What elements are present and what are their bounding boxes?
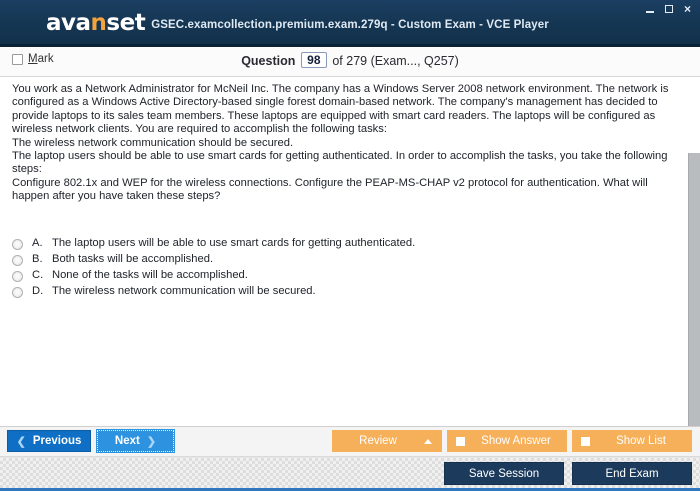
- checkbox-square-icon: [456, 436, 465, 446]
- previous-button-label: Previous: [32, 435, 82, 447]
- minimize-icon: [645, 11, 654, 13]
- window-title: GSEC.examcollection.premium.exam.279q - …: [151, 19, 549, 31]
- question-stem: You work as a Network Administrator for …: [12, 83, 674, 204]
- maximize-icon: [664, 5, 673, 13]
- option-letter-a: A.: [32, 237, 43, 249]
- review-button-label: Review: [359, 435, 397, 447]
- question-paragraph: The laptop users should be able to use s…: [12, 150, 668, 176]
- status-bar: Save Session End Exam: [0, 457, 700, 491]
- answer-option-a[interactable]: A. The laptop users will be able to use …: [12, 237, 674, 253]
- option-text-b: Both tasks will be accomplished.: [52, 253, 214, 265]
- question-paragraph: Configure 802.1x and WEP for the wireles…: [12, 176, 648, 203]
- option-letter-d: D.: [32, 285, 44, 297]
- radio-button-d[interactable]: [12, 287, 23, 298]
- close-icon: ×: [683, 2, 691, 16]
- right-gutter-strip: [688, 153, 700, 426]
- option-text-d: The wireless network communication will …: [52, 285, 316, 297]
- end-exam-button[interactable]: End Exam: [572, 462, 692, 485]
- next-button[interactable]: Next ❯: [96, 429, 175, 453]
- radio-button-c[interactable]: [12, 271, 23, 282]
- vce-player-window: avanset GSEC.examcollection.premium.exam…: [0, 0, 700, 500]
- radio-button-a[interactable]: [12, 239, 23, 250]
- question-paragraph: The wireless network communication shoul…: [12, 136, 294, 149]
- radio-button-b[interactable]: [12, 255, 23, 266]
- maximize-button[interactable]: [662, 3, 675, 15]
- question-total-text: of 279 (Exam..., Q257): [332, 54, 459, 68]
- question-number-input[interactable]: 98: [300, 52, 327, 68]
- previous-button[interactable]: ❮ Previous: [7, 430, 91, 452]
- save-session-button[interactable]: Save Session: [444, 462, 564, 485]
- option-letter-c: C.: [32, 269, 44, 281]
- chevron-left-icon: ❮: [16, 435, 26, 448]
- answer-option-b[interactable]: B. Both tasks will be accomplished.: [12, 253, 674, 269]
- show-list-button-label: Show List: [616, 435, 666, 447]
- show-list-button[interactable]: Show List: [572, 430, 692, 452]
- chevron-right-icon: ❯: [146, 435, 157, 448]
- option-letter-b: B.: [32, 253, 43, 265]
- next-button-label: Next: [114, 435, 140, 447]
- question-content-area: You work as a Network Administrator for …: [0, 77, 700, 427]
- checkbox-square-icon: [581, 436, 590, 446]
- minimize-button[interactable]: [643, 3, 656, 15]
- title-bar: avanset GSEC.examcollection.premium.exam…: [0, 0, 700, 47]
- review-button[interactable]: Review: [332, 430, 442, 452]
- window-controls: ×: [643, 3, 694, 15]
- caret-up-icon: [424, 438, 432, 444]
- question-counter: Question 98 of 279 (Exam..., Q257): [0, 52, 700, 68]
- answer-options-list: A. The laptop users will be able to use …: [12, 237, 674, 301]
- option-text-a: The laptop users will be able to use sma…: [52, 237, 416, 249]
- close-button[interactable]: ×: [681, 3, 694, 15]
- answer-option-c[interactable]: C. None of the tasks will be accomplishe…: [12, 269, 674, 285]
- show-answer-button-label: Show Answer: [481, 435, 551, 447]
- navigation-toolbar: ❮ Previous Next ❯ Review Show Answer Sho…: [0, 427, 700, 457]
- question-label: Question: [241, 54, 296, 68]
- question-header-bar: Mark Question 98 of 279 (Exam..., Q257): [0, 47, 700, 77]
- answer-option-d[interactable]: D. The wireless network communication wi…: [12, 285, 674, 301]
- show-answer-button[interactable]: Show Answer: [447, 430, 567, 452]
- option-text-c: None of the tasks will be accomplished.: [52, 269, 248, 281]
- question-paragraph: You work as a Network Administrator for …: [12, 83, 669, 136]
